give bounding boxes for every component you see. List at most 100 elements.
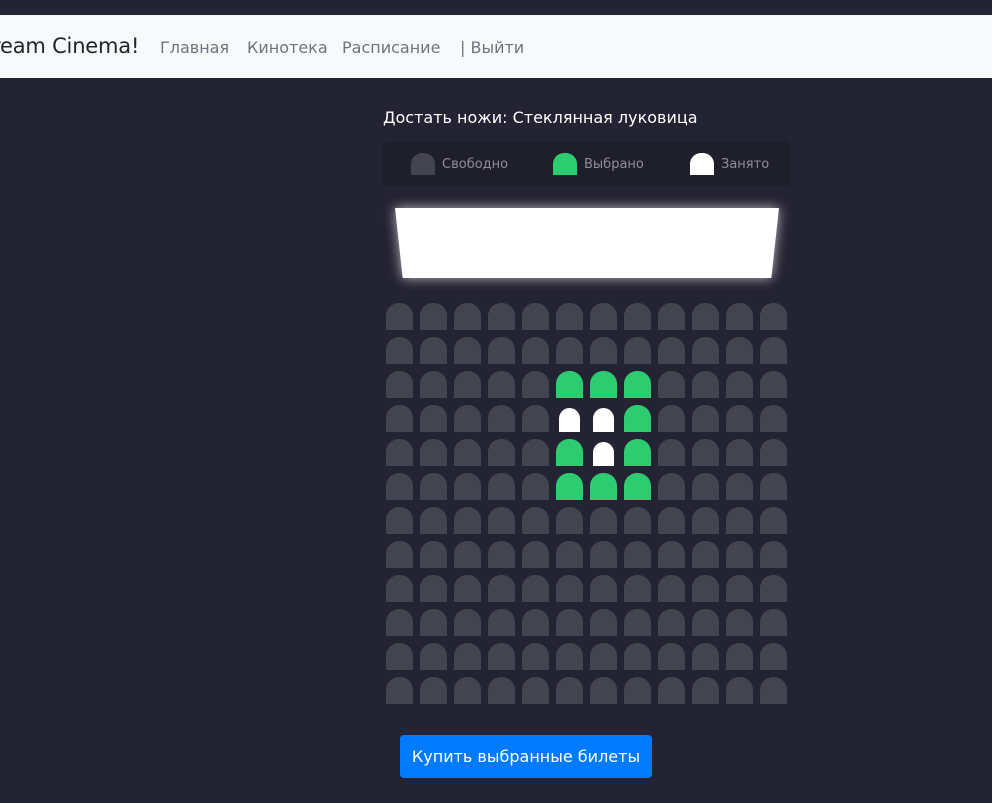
seat-free[interactable]: [726, 371, 753, 398]
seat-free[interactable]: [454, 643, 481, 670]
seat-selected[interactable]: [556, 473, 583, 500]
seat-free[interactable]: [522, 337, 549, 364]
seat-free[interactable]: [488, 541, 515, 568]
seat-free[interactable]: [522, 371, 549, 398]
seat-free[interactable]: [420, 609, 447, 636]
seat-free[interactable]: [420, 507, 447, 534]
seat-free[interactable]: [522, 541, 549, 568]
seat-free[interactable]: [692, 473, 719, 500]
seat-free[interactable]: [624, 575, 651, 602]
brand-logo[interactable]: ream Cinema!: [0, 34, 139, 58]
seat-free[interactable]: [454, 677, 481, 704]
seat-free[interactable]: [420, 439, 447, 466]
seat-free[interactable]: [692, 677, 719, 704]
seat-free[interactable]: [692, 439, 719, 466]
seat-free[interactable]: [454, 371, 481, 398]
seat-free[interactable]: [726, 439, 753, 466]
seat-free[interactable]: [760, 609, 787, 636]
seat-free[interactable]: [726, 643, 753, 670]
seat-free[interactable]: [658, 405, 685, 432]
seat-free[interactable]: [386, 507, 413, 534]
seat-free[interactable]: [556, 643, 583, 670]
seat-free[interactable]: [760, 575, 787, 602]
seat-free[interactable]: [488, 337, 515, 364]
seat-free[interactable]: [454, 575, 481, 602]
seat-free[interactable]: [488, 643, 515, 670]
seat-free[interactable]: [386, 609, 413, 636]
seat-free[interactable]: [556, 609, 583, 636]
seat-free[interactable]: [658, 439, 685, 466]
seat-free[interactable]: [454, 507, 481, 534]
seat-free[interactable]: [590, 677, 617, 704]
seat-free[interactable]: [658, 643, 685, 670]
seat-free[interactable]: [386, 337, 413, 364]
seat-free[interactable]: [522, 609, 549, 636]
seat-free[interactable]: [692, 371, 719, 398]
seat-free[interactable]: [522, 439, 549, 466]
seat-free[interactable]: [760, 303, 787, 330]
seat-free[interactable]: [386, 541, 413, 568]
seat-free[interactable]: [420, 541, 447, 568]
seat-free[interactable]: [556, 507, 583, 534]
seat-selected[interactable]: [624, 405, 651, 432]
seat-free[interactable]: [692, 541, 719, 568]
seat-free[interactable]: [386, 677, 413, 704]
seat-free[interactable]: [590, 609, 617, 636]
seat-free[interactable]: [454, 609, 481, 636]
seat-selected[interactable]: [590, 371, 617, 398]
seat-free[interactable]: [692, 405, 719, 432]
seat-free[interactable]: [726, 303, 753, 330]
seat-free[interactable]: [692, 575, 719, 602]
seat-free[interactable]: [624, 337, 651, 364]
seat-free[interactable]: [420, 405, 447, 432]
seat-free[interactable]: [488, 609, 515, 636]
seat-free[interactable]: [488, 507, 515, 534]
seat-free[interactable]: [658, 677, 685, 704]
seat-free[interactable]: [726, 609, 753, 636]
seat-free[interactable]: [658, 303, 685, 330]
seat-free[interactable]: [658, 371, 685, 398]
seat-free[interactable]: [420, 473, 447, 500]
seat-free[interactable]: [556, 541, 583, 568]
seat-free[interactable]: [454, 337, 481, 364]
seat-free[interactable]: [590, 507, 617, 534]
nav-link-home[interactable]: Главная: [160, 38, 229, 57]
seat-free[interactable]: [624, 643, 651, 670]
seat-free[interactable]: [760, 643, 787, 670]
seat-free[interactable]: [454, 405, 481, 432]
nav-link-library[interactable]: Кинотека: [247, 38, 328, 57]
seat-free[interactable]: [658, 337, 685, 364]
nav-link-logout[interactable]: | Выйти: [460, 38, 524, 57]
seat-free[interactable]: [726, 473, 753, 500]
seat-free[interactable]: [556, 677, 583, 704]
seat-free[interactable]: [658, 473, 685, 500]
seat-selected[interactable]: [556, 439, 583, 466]
seat-selected[interactable]: [590, 473, 617, 500]
seat-free[interactable]: [522, 575, 549, 602]
seat-free[interactable]: [488, 303, 515, 330]
seat-free[interactable]: [454, 473, 481, 500]
seat-free[interactable]: [658, 609, 685, 636]
seat-free[interactable]: [454, 303, 481, 330]
seat-free[interactable]: [590, 643, 617, 670]
seat-free[interactable]: [522, 677, 549, 704]
nav-link-schedule[interactable]: Расписание: [342, 38, 440, 57]
seat-free[interactable]: [556, 575, 583, 602]
seat-free[interactable]: [692, 643, 719, 670]
seat-free[interactable]: [386, 643, 413, 670]
seat-free[interactable]: [488, 575, 515, 602]
seat-free[interactable]: [590, 575, 617, 602]
seat-free[interactable]: [624, 303, 651, 330]
seat-free[interactable]: [488, 677, 515, 704]
seat-free[interactable]: [386, 575, 413, 602]
seat-free[interactable]: [386, 439, 413, 466]
seat-free[interactable]: [386, 303, 413, 330]
seat-free[interactable]: [488, 371, 515, 398]
seat-free[interactable]: [488, 439, 515, 466]
seat-free[interactable]: [726, 507, 753, 534]
seat-free[interactable]: [454, 439, 481, 466]
seat-free[interactable]: [590, 303, 617, 330]
seat-free[interactable]: [692, 337, 719, 364]
seat-free[interactable]: [658, 507, 685, 534]
seat-free[interactable]: [386, 371, 413, 398]
